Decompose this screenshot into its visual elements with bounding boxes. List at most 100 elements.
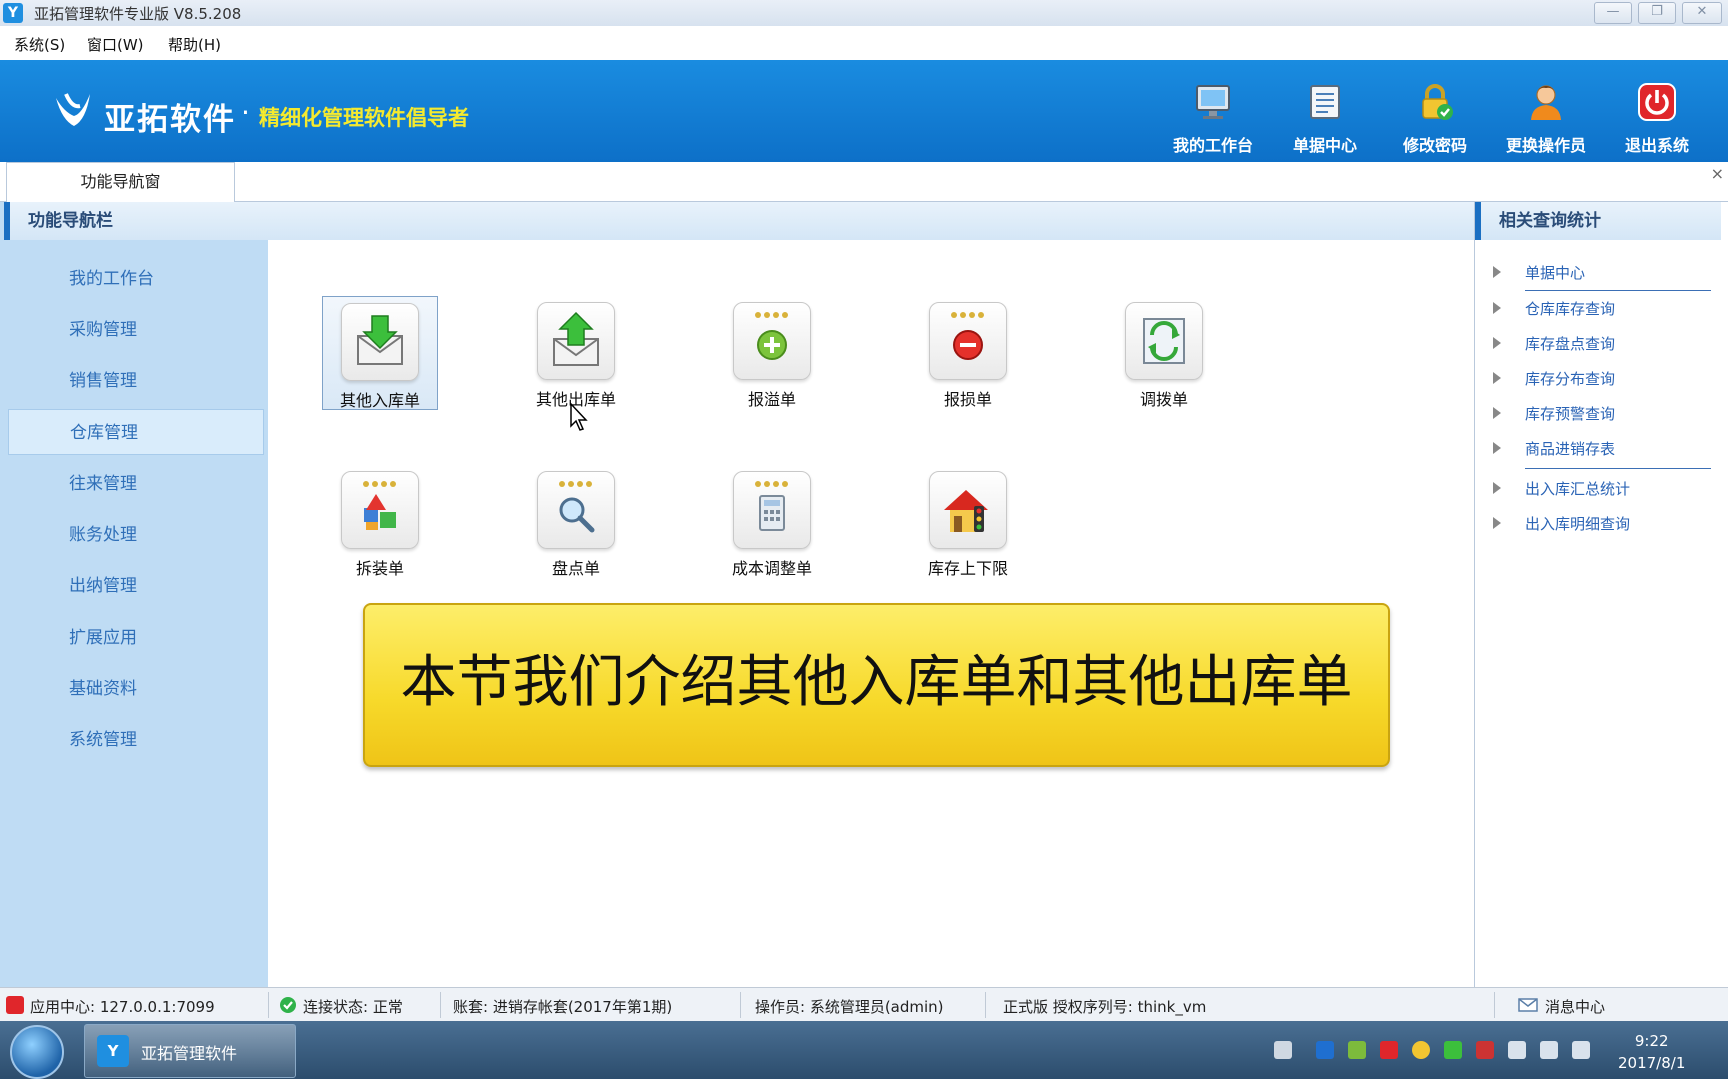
function-other-outbound[interactable]: 其他出库单 [518,296,634,410]
volume-icon[interactable] [1540,1041,1558,1059]
app-center-icon [6,996,24,1014]
keyboard-icon[interactable] [1274,1041,1292,1059]
restore-button[interactable]: ❐ [1638,2,1676,24]
function-label: 调拨单 [1139,390,1188,409]
nav-item-cashier[interactable]: 出纳管理 [8,563,264,609]
tray-app-icon[interactable] [1380,1041,1398,1059]
expand-arrow-icon [1493,302,1501,314]
header-button-switch-user[interactable]: 更换操作员 [1491,82,1601,156]
transfer-icon [1143,318,1185,364]
header-button-workbench[interactable]: 我的工作台 [1158,82,1268,156]
action-center-flag-icon[interactable] [1572,1041,1590,1059]
app-icon: Y [3,3,23,23]
function-label: 库存上下限 [927,559,1008,578]
function-stock-limits[interactable]: 库存上下限 [910,465,1026,579]
menu-window[interactable]: 窗口(W) [87,34,144,55]
monitor-icon [1196,85,1230,119]
left-navigation-panel: 功能导航栏 我的工作台 采购管理 销售管理 仓库管理 往来管理 账务处理 出纳管… [0,202,268,987]
start-button[interactable] [10,1025,64,1079]
app-icon: Y [97,1035,129,1067]
function-label: 成本调整单 [731,559,812,578]
message-center-link[interactable]: 消息中心 [1545,996,1605,1017]
nav-item-system[interactable]: 系统管理 [8,717,264,763]
taskbar-clock[interactable]: 9:22 2017/8/1 [1618,1030,1685,1074]
close-tab-icon[interactable]: × [1711,164,1724,183]
function-label: 报损单 [943,390,992,409]
header-button-label: 更换操作员 [1505,136,1586,155]
nav-item-sales[interactable]: 销售管理 [8,358,264,404]
function-transfer[interactable]: 调拨单 [1106,296,1222,410]
menu-help[interactable]: 帮助(H) [168,34,221,55]
header-button-label: 我的工作台 [1172,136,1253,155]
function-other-inbound[interactable]: 其他入库单 [322,296,438,410]
function-assembly[interactable]: 拆装单 [322,465,438,579]
close-button[interactable]: ✕ [1682,2,1722,24]
query-link-stock-alert[interactable]: 库存预警查询 [1525,403,1615,424]
divider [1525,290,1711,291]
overflow-icon [755,312,788,360]
window-title: 亚拓管理软件专业版 V8.5.208 [34,5,242,23]
app-header: 亚拓软件 · 精细化管理软件倡导者 我的工作台 单据中心 修改密码 更换操作员 … [0,60,1728,162]
query-link-product-inventory[interactable]: 商品进销存表 [1525,438,1615,459]
nav-item-extensions[interactable]: 扩展应用 [8,615,264,661]
brand-separator: · [241,96,250,129]
windows-taskbar: Y 亚拓管理软件 9:22 2017/8/1 [0,1021,1728,1079]
cost-adjust-icon [755,481,788,531]
user-icon [1531,85,1561,120]
header-button-exit[interactable]: 退出系统 [1602,82,1712,156]
status-license: 正式版 授权序列号: think_vm [1003,998,1207,1016]
query-link-stocktake[interactable]: 库存盘点查询 [1525,333,1615,354]
function-overflow-report[interactable]: 报溢单 [714,296,830,410]
network-icon[interactable] [1508,1041,1526,1059]
status-bar: 应用中心: 127.0.0.1:7099 连接状态: 正常 账套: 进销存帐套(… [0,987,1728,1022]
nav-item-basic-data[interactable]: 基础资料 [8,666,264,712]
header-button-label: 退出系统 [1624,136,1689,155]
left-panel-title: 功能导航栏 [4,202,268,240]
header-button-documents[interactable]: 单据中心 [1270,82,1380,156]
mail-icon [1518,998,1538,1012]
status-operator: 操作员: 系统管理员(admin) [755,998,944,1016]
menu-system[interactable]: 系统(S) [14,34,65,55]
taskbar-app-label: 亚拓管理软件 [141,1044,238,1063]
expand-arrow-icon [1493,482,1501,494]
expand-arrow-icon [1493,442,1501,454]
taskbar-app-button[interactable]: Y 亚拓管理软件 [84,1024,296,1078]
status-app-center: 应用中心: 127.0.0.1:7099 [30,998,215,1016]
outbound-icon [553,311,599,366]
tray-app-icon[interactable] [1348,1041,1366,1059]
brand-slogan: 精细化管理软件倡导者 [259,106,469,130]
nav-item-finance[interactable]: 账务处理 [8,512,264,558]
clock-date: 2017/8/1 [1618,1054,1686,1072]
nav-item-warehouse[interactable]: 仓库管理 [8,409,264,455]
function-label: 盘点单 [551,559,600,578]
query-link-documents[interactable]: 单据中心 [1525,262,1585,283]
header-button-label: 单据中心 [1292,136,1357,155]
connection-ok-icon [280,997,296,1013]
query-link-warehouse-stock[interactable]: 仓库库存查询 [1525,298,1615,319]
nav-item-purchase[interactable]: 采购管理 [8,307,264,353]
header-button-password[interactable]: 修改密码 [1380,82,1490,156]
query-link-io-summary[interactable]: 出入库汇总统计 [1525,478,1630,499]
query-link-stock-distribution[interactable]: 库存分布查询 [1525,368,1615,389]
stock-limit-icon [944,490,988,532]
nav-item-workbench[interactable]: 我的工作台 [8,256,264,302]
title-bar: Y 亚拓管理软件专业版 V8.5.208 — ❐ ✕ [0,0,1728,26]
status-connection: 连接状态: 正常 [303,998,403,1016]
stocktake-icon [559,481,595,533]
query-link-io-detail[interactable]: 出入库明细查询 [1525,513,1630,534]
function-loss-report[interactable]: 报损单 [910,296,1026,410]
function-label: 其他入库单 [339,391,420,410]
menu-bar: 系统(S) 窗口(W) 帮助(H) [0,26,1728,60]
loss-icon [951,312,984,360]
tray-app-icon[interactable] [1316,1041,1334,1059]
shield-icon[interactable] [1444,1041,1462,1059]
function-cost-adjustment[interactable]: 成本调整单 [714,465,830,579]
main-header-band [268,202,1474,240]
tray-app-icon[interactable] [1476,1041,1494,1059]
tray-app-icon[interactable] [1412,1041,1430,1059]
expand-arrow-icon [1493,517,1501,529]
function-stocktake[interactable]: 盘点单 [518,465,634,579]
nav-item-accounts[interactable]: 往来管理 [8,461,264,507]
tab-function-navigator[interactable]: 功能导航窗 [6,162,235,203]
minimize-button[interactable]: — [1594,2,1632,24]
